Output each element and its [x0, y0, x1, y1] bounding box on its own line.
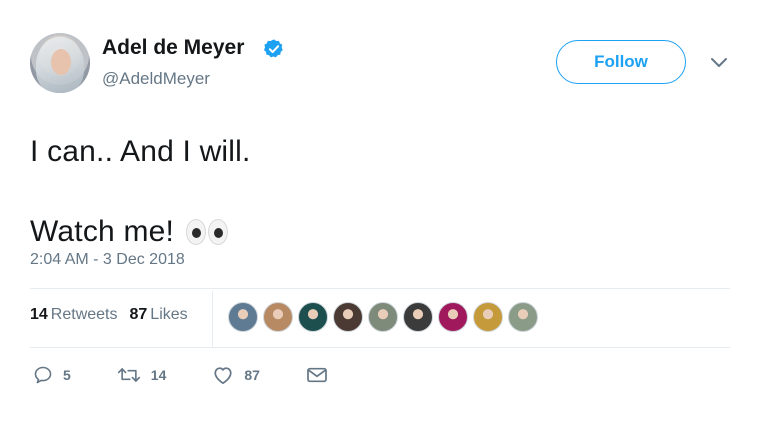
verified-badge-icon — [264, 39, 283, 58]
divider — [30, 347, 730, 348]
retweet-icon — [117, 368, 140, 382]
envelope-icon — [307, 367, 327, 383]
like-count: 87 — [244, 367, 260, 383]
eyes-emoji-icon — [186, 219, 229, 245]
liker-avatar[interactable] — [263, 302, 293, 332]
reply-button[interactable]: 5 — [33, 365, 71, 385]
retweets-stat[interactable]: 14 Retweets — [30, 306, 118, 324]
engagement-stats: 14 Retweets 87 Likes — [30, 306, 188, 324]
liker-avatar[interactable] — [333, 302, 363, 332]
profile-avatar[interactable] — [30, 33, 90, 93]
reply-icon — [34, 366, 52, 384]
chevron-down-icon[interactable] — [710, 57, 728, 69]
like-button[interactable]: 87 — [212, 365, 260, 385]
liker-avatars — [228, 302, 538, 332]
follow-button[interactable]: Follow — [556, 40, 686, 84]
tweet-line: I can.. And I will. — [30, 135, 251, 168]
display-name[interactable]: Adel de Meyer — [102, 36, 244, 60]
tweet-body: I can.. And I will. Watch me! — [30, 112, 251, 272]
direct-message-button[interactable] — [306, 366, 328, 384]
tweet-timestamp[interactable]: 2:04 AM - 3 Dec 2018 — [30, 251, 185, 269]
liker-avatar[interactable] — [228, 302, 258, 332]
liker-avatar[interactable] — [473, 302, 503, 332]
likes-stat[interactable]: 87 Likes — [130, 306, 188, 324]
liker-avatar[interactable] — [298, 302, 328, 332]
tweet-actions: 5 14 87 — [33, 365, 374, 385]
liker-avatar[interactable] — [368, 302, 398, 332]
heart-icon — [214, 367, 232, 385]
reply-count: 5 — [63, 367, 71, 383]
liker-avatar[interactable] — [508, 302, 538, 332]
user-handle[interactable]: @AdeldMeyer — [102, 69, 210, 89]
divider — [30, 288, 730, 289]
liker-avatar[interactable] — [438, 302, 468, 332]
liker-avatar[interactable] — [403, 302, 433, 332]
retweet-button[interactable]: 14 — [117, 365, 167, 385]
divider — [212, 291, 213, 347]
retweet-count: 14 — [150, 367, 167, 383]
